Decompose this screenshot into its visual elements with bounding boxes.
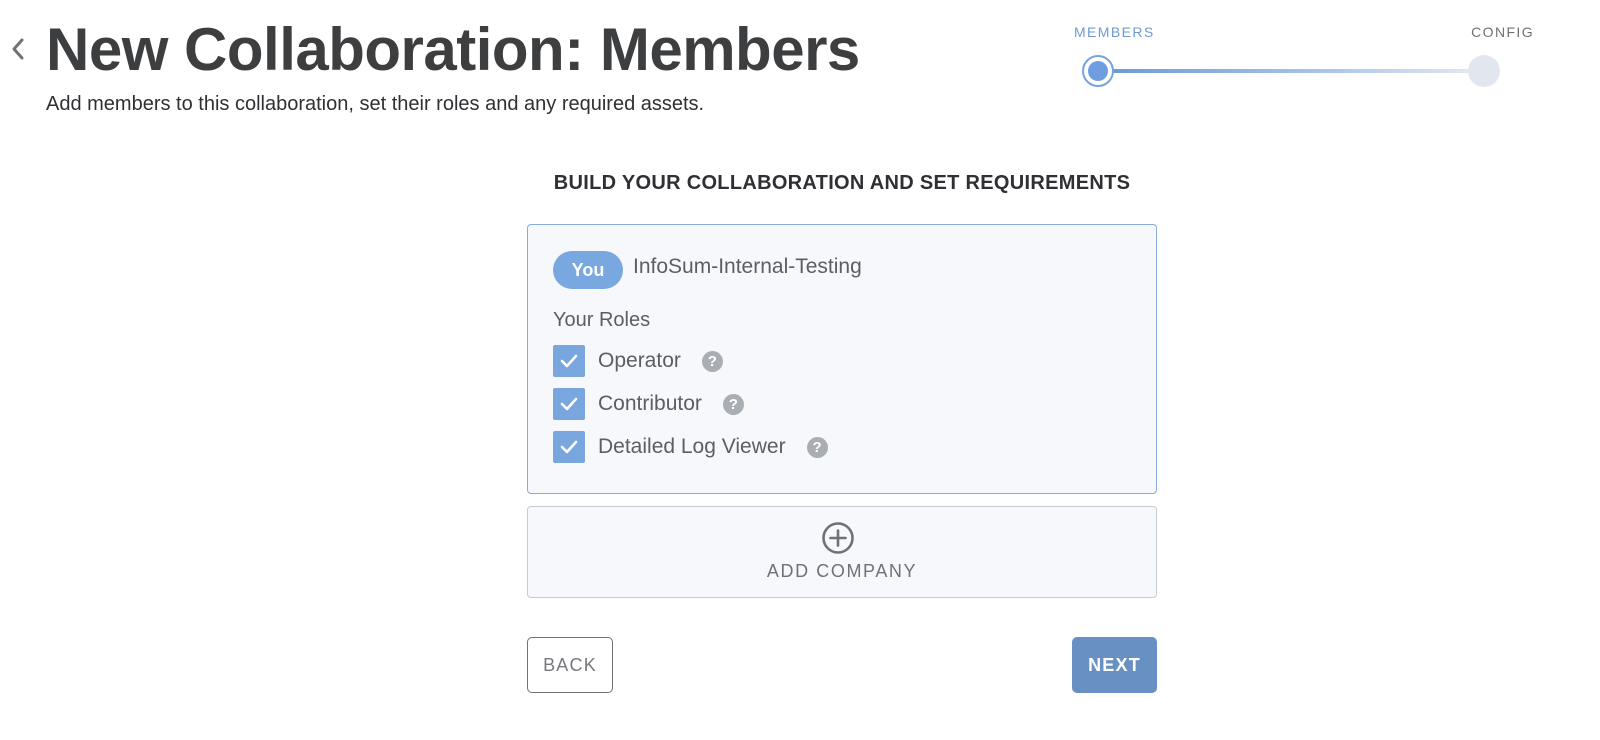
add-company-label: ADD COMPANY: [766, 561, 918, 581]
checkmark-icon: [560, 397, 578, 411]
plus-circle-icon: [822, 522, 854, 554]
checkmark-icon: [560, 440, 578, 454]
role-label-detailed-log-viewer: Detailed Log Viewer: [598, 435, 786, 458]
page: New Collaboration: Members Add members t…: [0, 0, 1600, 740]
step-dot-config[interactable]: [1468, 55, 1500, 87]
page-title: New Collaboration: Members: [46, 16, 860, 83]
operator-checkbox[interactable]: [553, 345, 585, 377]
page-subtitle: Add members to this collaboration, set t…: [46, 93, 705, 115]
question-circle-icon[interactable]: ?: [722, 393, 744, 415]
back-button[interactable]: BACK: [527, 637, 613, 693]
roles-label: Your Roles: [553, 309, 651, 331]
role-label-contributor: Contributor: [598, 392, 702, 415]
step-label-members: MEMBERS: [1074, 24, 1155, 40]
question-circle-icon[interactable]: ?: [701, 350, 723, 372]
question-circle-icon[interactable]: ?: [806, 436, 828, 458]
role-row-detailed-log-viewer: Detailed Log Viewer ?: [553, 431, 828, 463]
step-dot-members[interactable]: [1082, 55, 1114, 87]
section-heading: BUILD YOUR COLLABORATION AND SET REQUIRE…: [553, 172, 1131, 194]
contributor-checkbox[interactable]: [553, 388, 585, 420]
role-label-operator: Operator: [598, 349, 681, 372]
progress-stepper: MEMBERS CONFIG: [1074, 18, 1538, 92]
add-company-button[interactable]: ADD COMPANY: [527, 506, 1157, 598]
role-row-operator: Operator ?: [553, 345, 723, 377]
role-row-contributor: Contributor ?: [553, 388, 744, 420]
you-badge: You: [553, 251, 623, 289]
back-chevron-icon[interactable]: [6, 32, 30, 66]
checkmark-icon: [560, 354, 578, 368]
step-label-config: CONFIG: [1471, 24, 1534, 40]
company-name: InfoSum-Internal-Testing: [633, 255, 862, 278]
step-progress-track: [1110, 69, 1486, 73]
detailed-log-viewer-checkbox[interactable]: [553, 431, 585, 463]
member-card: You InfoSum-Internal-Testing Your Roles …: [527, 224, 1157, 494]
next-button[interactable]: NEXT: [1072, 637, 1157, 693]
